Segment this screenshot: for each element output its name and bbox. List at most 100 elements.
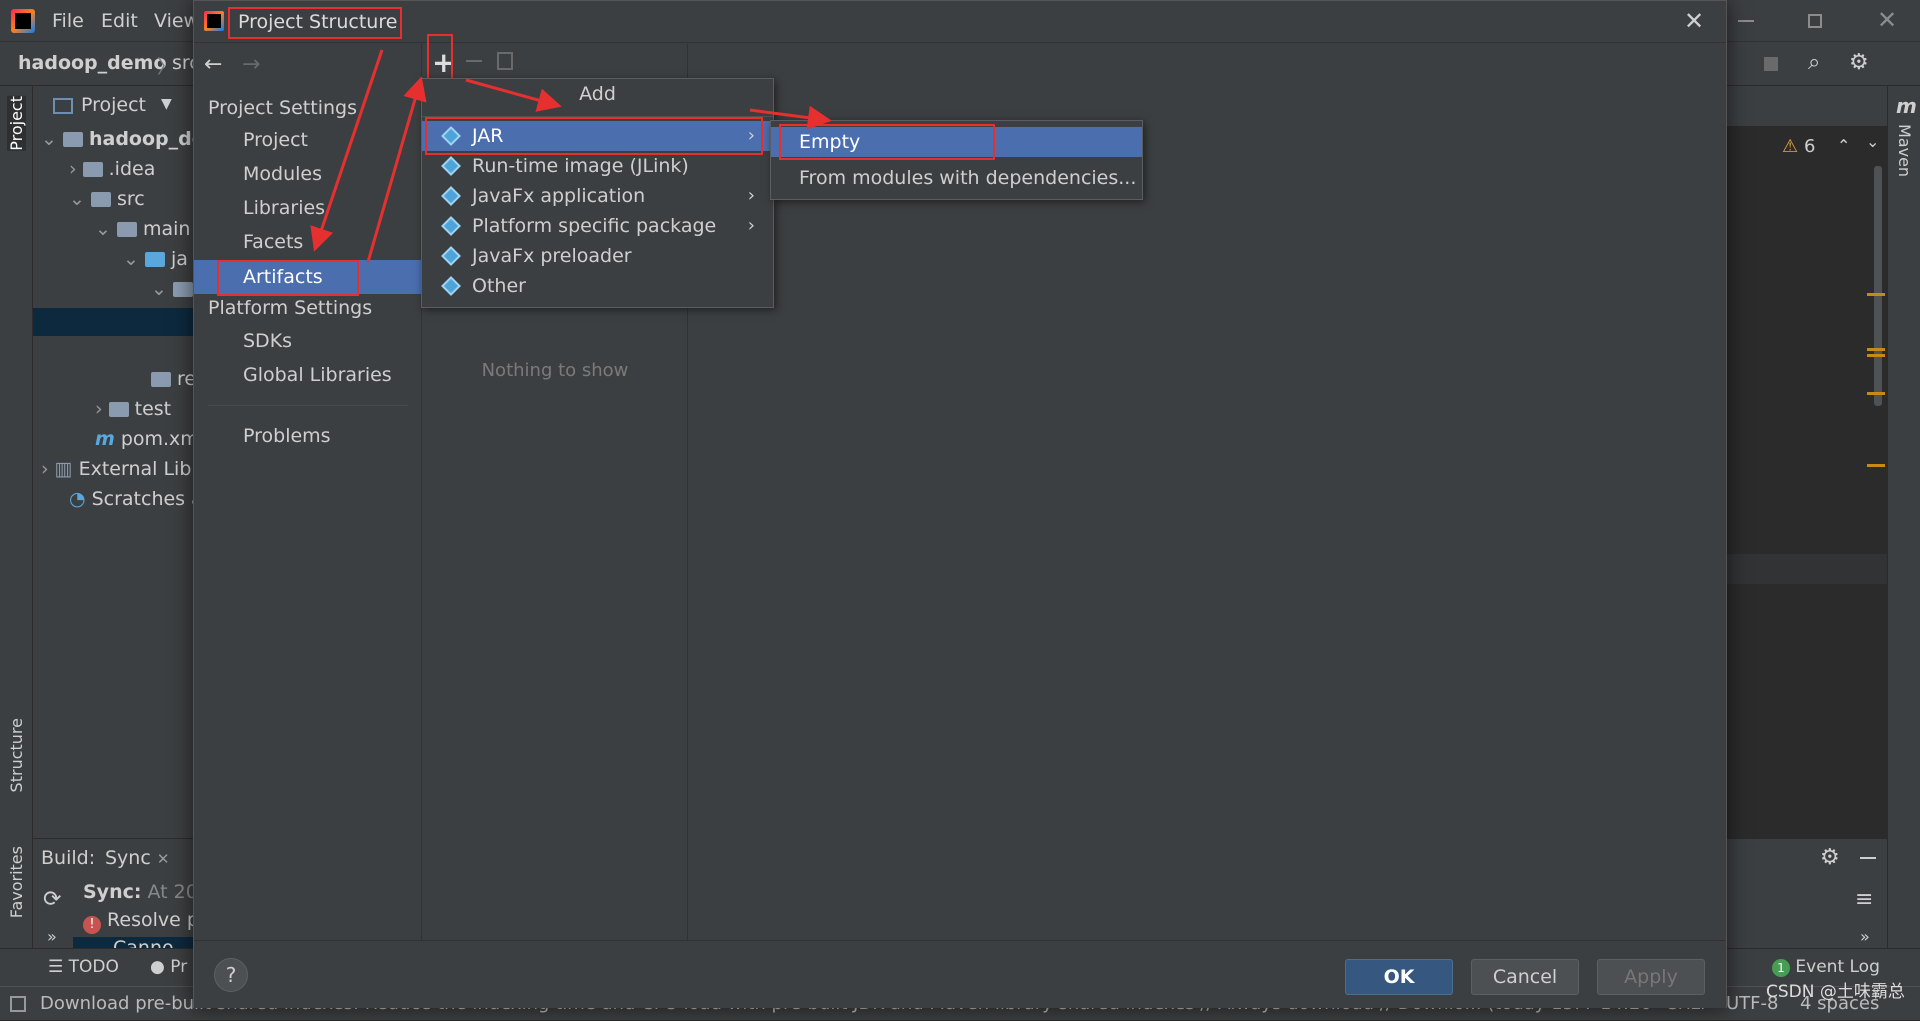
sidebar-item-sdks[interactable]: SDKs: [194, 324, 421, 358]
menu-item-javafx-application[interactable]: JavaFx application ›: [422, 181, 773, 211]
add-icon[interactable]: +: [432, 46, 455, 79]
menu-item-platform-package[interactable]: Platform specific package ›: [422, 211, 773, 241]
sidebar-item-modules[interactable]: Modules: [194, 157, 421, 191]
tree-item-java[interactable]: ⌄ ja: [123, 248, 188, 270]
restore-icon[interactable]: [1808, 14, 1822, 28]
tree-item-src[interactable]: ⌄ src: [69, 188, 145, 210]
expand-icon[interactable]: »: [47, 927, 57, 946]
project-view-label[interactable]: Project: [81, 94, 146, 116]
marker-stripe[interactable]: [1867, 348, 1885, 351]
tool-tab-structure[interactable]: Structure: [7, 718, 26, 792]
forward-icon[interactable]: →: [242, 52, 260, 77]
build-tab-sync[interactable]: Sync ✕: [105, 847, 169, 869]
marker-stripe[interactable]: [1867, 354, 1885, 357]
menu-file[interactable]: File: [52, 0, 84, 42]
editor-area: ⚠ 6 ⌃ ⌄: [1727, 86, 1887, 838]
marker-stripe[interactable]: [1867, 293, 1885, 296]
close-window-icon[interactable]: ✕: [1877, 6, 1897, 34]
copy-icon[interactable]: [497, 52, 513, 70]
sidebar-item-artifacts[interactable]: Artifacts: [194, 260, 421, 294]
cancel-button[interactable]: Cancel: [1471, 959, 1579, 995]
status-toggle-icon[interactable]: [10, 996, 26, 1012]
tree-item-root[interactable]: ⌄ hadoop_de: [41, 128, 205, 150]
tree-item-external-libraries[interactable]: › ▥ External Lib: [41, 458, 191, 480]
tree-item-main[interactable]: ⌄ main: [95, 218, 190, 240]
menu-item-label: JavaFx application: [472, 185, 646, 207]
tree-item-test[interactable]: › test: [95, 398, 171, 420]
editor-scrollbar[interactable]: [1874, 166, 1882, 406]
chevron-down-icon: ⌄: [69, 188, 91, 210]
project-tool-window: Project ▼ ⌄ hadoop_de › .idea ⌄ src ⌄ ma…: [33, 86, 205, 838]
hide-panel-icon[interactable]: [1860, 857, 1876, 859]
scratches-icon: ◔: [69, 488, 86, 510]
sidebar-item-label: Libraries: [243, 197, 326, 219]
sync-row[interactable]: Sync: At 202: [83, 881, 210, 903]
menu-item-javafx-preloader[interactable]: JavaFx preloader: [422, 241, 773, 271]
ok-label: OK: [1383, 966, 1415, 988]
menu-item-jar[interactable]: JAR ›: [422, 121, 773, 151]
more-icon[interactable]: »: [1860, 927, 1870, 946]
tool-tab-maven[interactable]: Maven: [1895, 124, 1914, 177]
tree-item-idea[interactable]: › .idea: [69, 158, 155, 180]
menu-item-runtime-image[interactable]: Run-time image (JLink): [422, 151, 773, 181]
soft-wrap-icon[interactable]: ≡: [1855, 887, 1873, 912]
tree-label: pom.xm: [120, 428, 199, 450]
sidebar-item-global-libraries[interactable]: Global Libraries: [194, 358, 421, 392]
tree-item-package[interactable]: ⌄: [151, 278, 199, 300]
warning-icon[interactable]: ⚠: [1782, 136, 1798, 157]
intellij-logo-icon: [11, 9, 35, 33]
sync-icon[interactable]: ⟳: [43, 887, 61, 912]
folder-icon: [62, 132, 83, 147]
menu-item-from-modules[interactable]: From modules with dependencies...: [771, 163, 1142, 193]
sidebar-item-libraries[interactable]: Libraries: [194, 191, 421, 225]
tree-item-pom[interactable]: m pom.xm: [95, 428, 199, 450]
folder-icon: [90, 192, 111, 207]
maven-icon[interactable]: m: [1896, 94, 1917, 118]
next-highlight-icon[interactable]: ⌄: [1866, 132, 1879, 151]
tree-label: main: [142, 218, 191, 240]
tree-label: Scratches a: [91, 488, 203, 510]
ok-button[interactable]: OK: [1345, 959, 1453, 995]
remove-icon[interactable]: [466, 60, 482, 62]
problems-tab[interactable]: ● Pr: [150, 957, 187, 977]
tool-tab-project[interactable]: Project: [7, 96, 26, 151]
artifact-icon: [441, 276, 461, 296]
minimize-icon[interactable]: [1738, 20, 1754, 22]
watermark: CSDN @土味霸总: [1766, 982, 1905, 1002]
sidebar-item-problems[interactable]: Problems: [194, 419, 421, 453]
previous-highlight-icon[interactable]: ⌃: [1837, 136, 1850, 155]
package-icon: [172, 282, 193, 297]
tree-item-resources[interactable]: re: [151, 368, 196, 390]
tree-selected-row[interactable]: [33, 308, 193, 336]
close-dialog-icon[interactable]: ✕: [1684, 7, 1704, 35]
sidebar-item-project[interactable]: Project: [194, 123, 421, 157]
settings-sidebar: ← → Project Settings Project Modules Lib…: [194, 44, 422, 940]
event-log-tab[interactable]: 1 Event Log: [1772, 957, 1880, 977]
stop-icon[interactable]: [1764, 57, 1778, 71]
marker-stripe[interactable]: [1867, 464, 1885, 467]
add-popup-menu: Add JAR › Run-time image (JLink) JavaFx a…: [421, 78, 774, 308]
build-settings-icon[interactable]: ⚙: [1820, 845, 1840, 870]
dialog-titlebar: Project Structure ✕: [194, 1, 1726, 43]
settings-gear-icon[interactable]: ⚙: [1849, 50, 1869, 75]
apply-button[interactable]: Apply: [1597, 959, 1705, 995]
back-icon[interactable]: ←: [204, 52, 222, 77]
chevron-right-icon: ›: [747, 215, 755, 236]
sidebar-item-label: Global Libraries: [243, 364, 392, 386]
sidebar-item-facets[interactable]: Facets: [194, 225, 421, 259]
search-icon[interactable]: ⌕: [1808, 50, 1820, 75]
marker-stripe[interactable]: [1867, 392, 1885, 395]
menu-edit[interactable]: Edit: [101, 0, 138, 42]
tree-label: ja: [170, 248, 188, 270]
close-tab-icon[interactable]: ✕: [157, 850, 170, 868]
help-button[interactable]: ?: [214, 958, 248, 992]
menu-item-empty[interactable]: Empty: [771, 127, 1142, 157]
resolve-row[interactable]: ! Resolve p: [83, 909, 199, 934]
tool-tab-favorites[interactable]: Favorites: [7, 846, 26, 918]
chevron-down-icon[interactable]: ▼: [161, 96, 172, 112]
tree-item-scratches[interactable]: ◔ Scratches a: [69, 488, 203, 510]
sidebar-item-label: Facets: [243, 231, 304, 253]
todo-tab[interactable]: ☰ TODO: [48, 957, 119, 977]
menu-item-other[interactable]: Other: [422, 271, 773, 301]
breadcrumb-project[interactable]: hadoop_demo: [18, 52, 167, 74]
